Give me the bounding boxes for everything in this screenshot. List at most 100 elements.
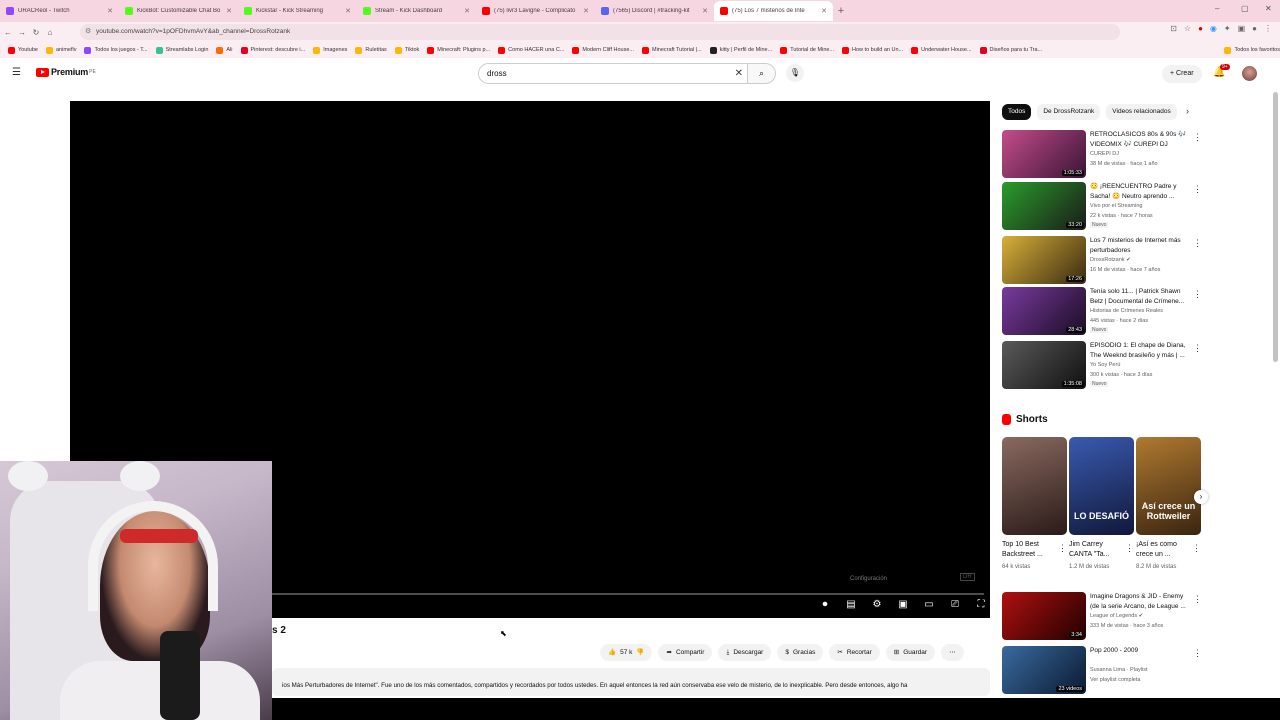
short-title[interactable]: Top 10 Best Backstreet ...: [1002, 540, 1058, 560]
recommended-video[interactable]: 33:20 😳 ¡REENCUENTRO Padre y Sacha! 😳 Ne…: [1002, 182, 1202, 230]
settings-gear-icon[interactable]: ⚙: [870, 599, 884, 610]
bookmark-item[interactable]: kitty | Perfil de Mine...: [709, 46, 772, 54]
subtitles-icon[interactable]: ▤: [844, 599, 858, 610]
download-button[interactable]: ⤓ Descargar: [718, 644, 772, 661]
more-options-icon[interactable]: ⋮: [1193, 184, 1202, 195]
browser-tab[interactable]: Stream - Kick Dashboard ✕: [357, 1, 476, 21]
youtube-logo[interactable]: Premium PE: [36, 67, 96, 77]
recommended-video[interactable]: 23 videos Pop 2000 - 2009 Susanna Lima ·…: [1002, 646, 1202, 694]
thanks-button[interactable]: $ Gracias: [777, 644, 824, 661]
recommended-video[interactable]: 3:34 Imagine Dragons & JID - Enemy (de l…: [1002, 592, 1202, 640]
extension-puzzle-icon[interactable]: ✦: [1224, 24, 1231, 33]
video-title[interactable]: 😳 ¡REENCUENTRO Padre y Sacha! 😳 Neutro a…: [1090, 182, 1194, 202]
tab-close-icon[interactable]: ✕: [107, 7, 113, 15]
bookmark-item[interactable]: Diseños para tu Tra...: [979, 46, 1042, 54]
cast-icon[interactable]: ⎚: [948, 599, 962, 610]
share-button[interactable]: ➦ Compartir: [658, 644, 713, 661]
home-icon[interactable]: ⌂: [44, 28, 56, 37]
miniplayer-icon[interactable]: ▣: [896, 599, 910, 610]
browser-tab[interactable]: (7565) Discord | #tracking-kit ✕: [595, 1, 714, 21]
filter-chip[interactable]: Videos relacionados: [1106, 104, 1177, 120]
close-window-button[interactable]: ✕: [1265, 4, 1272, 13]
browser-tab[interactable]: KickBot: Customizable Chat Bo ✕: [119, 1, 238, 21]
video-title[interactable]: Tenía solo 11... | Patrick Shawn Betz | …: [1090, 287, 1194, 307]
short-more-icon[interactable]: ⋮: [1192, 543, 1201, 554]
theater-mode-icon[interactable]: ▭: [922, 599, 936, 610]
tab-close-icon[interactable]: ✕: [821, 7, 827, 15]
video-title[interactable]: Pop 2000 - 2009: [1090, 646, 1194, 656]
bookmark-item[interactable]: Streamlabs Login: [155, 46, 208, 54]
clear-search-icon[interactable]: ✕: [735, 64, 743, 83]
progress-bar[interactable]: [272, 593, 984, 595]
search-button[interactable]: ⌕: [748, 63, 776, 84]
bookmark-item[interactable]: Tiktok: [394, 46, 419, 54]
menu-icon[interactable]: ⋮: [1264, 24, 1272, 33]
more-actions-button[interactable]: ⋯: [941, 644, 964, 661]
short-title[interactable]: ¡Así es como crece un ...: [1136, 540, 1192, 560]
video-thumbnail[interactable]: 23 videos: [1002, 646, 1086, 694]
video-thumbnail[interactable]: 33:20: [1002, 182, 1086, 230]
video-thumbnail[interactable]: 3:34: [1002, 592, 1086, 640]
autoplay-toggle-icon[interactable]: ⏺: [818, 599, 832, 610]
maximize-button[interactable]: ▢: [1241, 4, 1249, 13]
address-bar[interactable]: ⚙ youtube.com/watch?v=1pOFDhvmAvY&ab_cha…: [80, 24, 1120, 40]
bookmark-item[interactable]: Minecraft Tutorial |...: [641, 46, 702, 54]
recommended-video[interactable]: 17:26 Los 7 misterios de Internet más pe…: [1002, 236, 1202, 284]
video-thumbnail[interactable]: 1:35:08: [1002, 341, 1086, 389]
bookmark-item[interactable]: Todos los favoritos: [1224, 46, 1280, 54]
bookmark-item[interactable]: Imagenes: [313, 46, 347, 54]
channel-name[interactable]: Vivo por el Streaming: [1090, 203, 1142, 209]
voice-search-button[interactable]: 🎙: [786, 64, 804, 82]
short-more-icon[interactable]: ⋮: [1058, 543, 1067, 554]
back-icon[interactable]: ←: [2, 28, 14, 37]
extension-translate-icon[interactable]: ◉: [1210, 24, 1217, 33]
channel-name[interactable]: DrossRotzank ✔: [1090, 257, 1131, 263]
video-description[interactable]: ios Más Perturbadores de Internet". Fue …: [272, 668, 990, 696]
video-title[interactable]: Imagine Dragons & JID - Enemy (de la ser…: [1090, 592, 1194, 612]
recommended-video[interactable]: 28:43 Tenía solo 11... | Patrick Shawn B…: [1002, 287, 1202, 335]
bookmark-item[interactable]: How to build an Un...: [842, 46, 903, 54]
bookmark-item[interactable]: Underwater House...: [911, 46, 972, 54]
tab-close-icon[interactable]: ✕: [345, 7, 351, 15]
chips-next-icon[interactable]: ›: [1186, 106, 1189, 116]
channel-watermark[interactable]: DR: [960, 573, 975, 581]
avatar[interactable]: [1242, 66, 1257, 81]
browser-tab[interactable]: Kickstar - Kick Streaming ✕: [238, 1, 357, 21]
more-options-icon[interactable]: ⋮: [1193, 594, 1202, 605]
channel-name[interactable]: CUREPI DJ: [1090, 151, 1119, 157]
install-icon[interactable]: ⊡: [1170, 24, 1177, 33]
channel-name[interactable]: Susanna Lima · Playlist: [1090, 667, 1147, 673]
video-thumbnail[interactable]: 17:26: [1002, 236, 1086, 284]
channel-name[interactable]: Historias de Crímenes Reales: [1090, 308, 1163, 314]
extension-opera-icon[interactable]: ●: [1198, 24, 1203, 33]
tab-close-icon[interactable]: ✕: [226, 7, 232, 15]
bookmark-item[interactable]: Ruletitas: [355, 46, 387, 54]
channel-name[interactable]: Yo Soy Perú: [1090, 362, 1120, 368]
video-thumbnail[interactable]: 1:05:33: [1002, 130, 1086, 178]
create-button[interactable]: + Crear: [1162, 65, 1202, 83]
minimize-button[interactable]: –: [1215, 4, 1219, 13]
hamburger-menu-icon[interactable]: ☰: [12, 67, 21, 78]
channel-name[interactable]: League of Legends ✔: [1090, 613, 1143, 619]
video-title[interactable]: EPISODIO 1: El chape de Diana, The Weekn…: [1090, 341, 1194, 361]
recommended-video[interactable]: 1:05:33 RETROCLASICOS 80s & 90s 🎶 VIDEOM…: [1002, 130, 1202, 178]
thumbs-down-icon[interactable]: 👎: [636, 644, 644, 661]
more-options-icon[interactable]: ⋮: [1193, 648, 1202, 659]
browser-tab[interactable]: URACReol - Twitch ✕: [0, 1, 119, 21]
filter-chip[interactable]: De DrossRotzank: [1037, 104, 1101, 120]
like-button[interactable]: 👍 57 k 👎: [600, 644, 653, 661]
bookmark-item[interactable]: Tutorial de Mine...: [780, 46, 834, 54]
shorts-next-icon[interactable]: ›: [1194, 490, 1208, 504]
browser-tab[interactable]: (75) Los 7 misterios de Inte ✕: [714, 1, 833, 21]
bookmark-item[interactable]: Pinterest: descubre i...: [240, 46, 305, 54]
clip-button[interactable]: ✂ Recortar: [829, 644, 880, 661]
search-input[interactable]: dross ✕: [478, 63, 748, 84]
tab-close-icon[interactable]: ✕: [583, 7, 589, 15]
bookmark-item[interactable]: Ali: [216, 46, 233, 54]
sidepanel-icon[interactable]: ▣: [1238, 24, 1246, 33]
bookmark-item[interactable]: Youtube: [8, 46, 38, 54]
bookmark-item[interactable]: Modern Cliff House...: [572, 46, 634, 54]
short-title[interactable]: Jim Carrey CANTA "Ta...: [1069, 540, 1125, 560]
browser-tab[interactable]: (75) livr3 Lavigne - Complicato ✕: [476, 1, 595, 21]
page-scrollbar[interactable]: [1273, 92, 1278, 362]
